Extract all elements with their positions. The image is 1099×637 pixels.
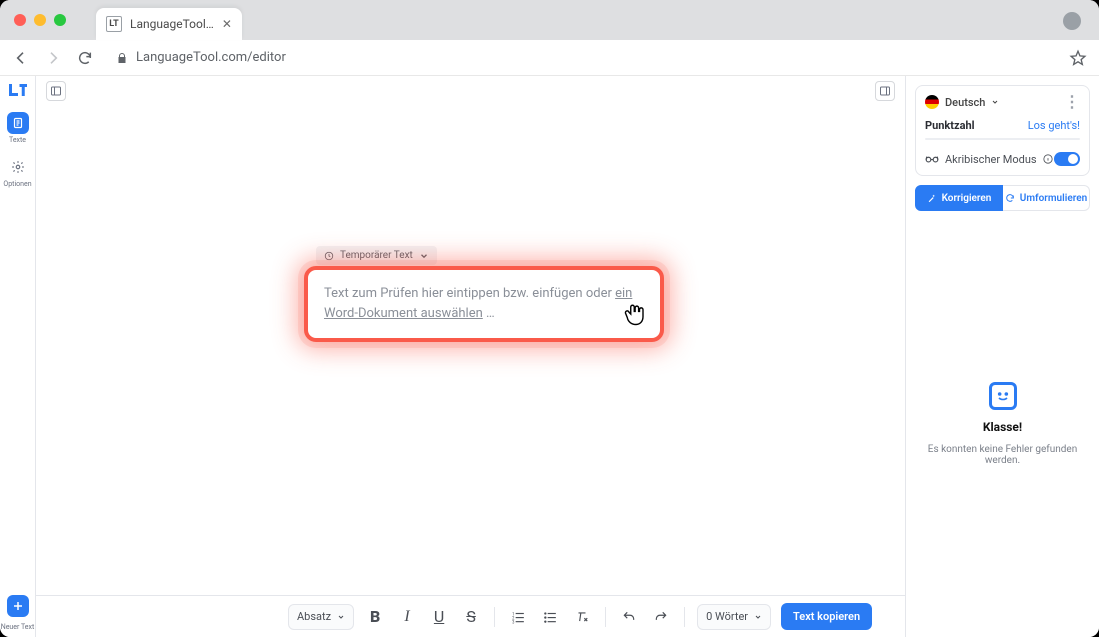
app-shell: Texte Optionen Neuer Text xyxy=(0,76,1099,637)
sidebar-item-label: Optionen xyxy=(3,180,31,188)
clear-formatting-button[interactable] xyxy=(571,606,593,628)
forward-icon xyxy=(44,49,62,67)
sidebar-item-texts[interactable] xyxy=(7,112,29,134)
redo-button[interactable] xyxy=(650,606,672,628)
editor-topbar xyxy=(36,76,905,106)
window-close-dot[interactable] xyxy=(14,14,26,26)
score-cta-link[interactable]: Los geht's! xyxy=(1028,119,1080,132)
back-icon[interactable] xyxy=(12,49,30,67)
button-label: Umformulieren xyxy=(1020,193,1087,204)
url-text: LanguageTool.com/editor xyxy=(136,50,286,65)
strikethrough-button[interactable]: S xyxy=(460,606,482,628)
bookmark-star-icon[interactable] xyxy=(1069,49,1087,67)
toolbar-divider xyxy=(494,607,495,627)
picky-mode-toggle[interactable] xyxy=(1054,152,1080,166)
toolbar-divider xyxy=(684,607,685,627)
svg-text:3: 3 xyxy=(512,619,515,624)
refresh-icon xyxy=(1005,193,1015,203)
window-zoom-dot[interactable] xyxy=(54,14,66,26)
italic-button[interactable]: I xyxy=(396,606,418,628)
chevron-down-icon xyxy=(754,613,762,621)
panel-action-row: Korrigieren Umformulieren xyxy=(915,185,1090,211)
word-count-select[interactable]: 0 Wörter xyxy=(697,604,771,630)
rephrase-button[interactable]: Umformulieren xyxy=(1003,185,1090,211)
chip-label: Temporärer Text xyxy=(340,250,413,261)
score-label: Punktzahl xyxy=(925,119,975,132)
bold-button[interactable]: B xyxy=(364,606,386,628)
select-value: Absatz xyxy=(297,610,331,623)
panel-settings-card: Deutsch ⋮ Punktzahl Los geht's! Akribisc… xyxy=(915,85,1090,176)
toolbar-divider xyxy=(605,607,606,627)
placeholder-suffix: … xyxy=(483,306,495,321)
lock-icon xyxy=(116,52,128,64)
empty-subtitle: Es konnten keine Fehler gefunden werden. xyxy=(926,444,1079,466)
empty-state: Klasse! Es konnten keine Fehler gefunden… xyxy=(906,211,1099,637)
browser-toolbar: LanguageTool.com/editor xyxy=(0,40,1099,76)
window-traffic-lights[interactable] xyxy=(14,14,66,26)
toggle-right-panel-icon[interactable] xyxy=(875,81,895,101)
numbered-list-button[interactable]: 123 xyxy=(507,606,529,628)
address-bar[interactable]: LanguageTool.com/editor xyxy=(116,50,286,65)
bulleted-list-button[interactable] xyxy=(539,606,561,628)
language-label: Deutsch xyxy=(945,96,985,109)
right-panel: Deutsch ⋮ Punktzahl Los geht's! Akribisc… xyxy=(905,76,1099,637)
empty-title: Klasse! xyxy=(983,420,1022,434)
app-logo-icon xyxy=(9,84,27,96)
picky-mode-row: Akribischer Modus xyxy=(925,152,1080,166)
language-selector[interactable]: Deutsch xyxy=(925,95,999,109)
chevron-down-icon xyxy=(991,98,999,106)
copy-text-button[interactable]: Text kopieren xyxy=(781,603,872,630)
score-bar xyxy=(925,138,1080,140)
chevron-down-icon xyxy=(337,613,345,621)
tab-close-icon[interactable]: ✕ xyxy=(222,17,232,31)
placeholder-text: Text zum Prüfen hier eintippen bzw. einf… xyxy=(324,286,615,301)
undo-button[interactable] xyxy=(618,606,640,628)
underline-button[interactable]: U xyxy=(428,606,450,628)
editor-column: Temporärer Text Text zum Prüfen hier ein… xyxy=(36,76,905,637)
glasses-icon xyxy=(925,154,939,164)
browser-tab-strip: LT LanguageTool… ✕ xyxy=(0,0,1099,40)
reload-icon[interactable] xyxy=(76,49,94,67)
new-text-label: Neuer Text xyxy=(0,623,35,631)
sidebar-item-options[interactable] xyxy=(7,156,29,178)
correct-button[interactable]: Korrigieren xyxy=(915,185,1003,211)
clock-icon xyxy=(324,251,334,261)
editor-placeholder-card[interactable]: Text zum Prüfen hier eintippen bzw. einf… xyxy=(304,266,664,342)
left-rail: Texte Optionen Neuer Text xyxy=(0,76,36,637)
sidebar-item-label: Texte xyxy=(9,136,26,144)
format-toolbar: Absatz B I U S 123 xyxy=(36,595,905,637)
word-count-value: 0 Wörter xyxy=(706,610,748,623)
flag-de-icon xyxy=(925,95,939,109)
score-row: Punktzahl Los geht's! xyxy=(925,119,1080,132)
tab-title: LanguageTool… xyxy=(130,17,214,31)
info-icon[interactable] xyxy=(1043,154,1053,164)
temporary-text-chip[interactable]: Temporärer Text xyxy=(316,246,437,265)
browser-window: LT LanguageTool… ✕ LanguageTool.com/edit… xyxy=(0,0,1099,637)
toggle-left-panel-icon[interactable] xyxy=(46,81,66,101)
profile-avatar-icon[interactable] xyxy=(1063,12,1081,30)
button-label: Korrigieren xyxy=(942,193,992,204)
editor-area[interactable]: Temporärer Text Text zum Prüfen hier ein… xyxy=(36,106,905,595)
magic-wand-icon xyxy=(927,193,937,203)
paragraph-style-select[interactable]: Absatz xyxy=(288,604,354,630)
browser-tab[interactable]: LT LanguageTool… ✕ xyxy=(96,8,242,40)
chevron-down-icon xyxy=(419,251,429,261)
new-text-button[interactable] xyxy=(7,595,29,617)
robot-happy-icon xyxy=(989,382,1017,410)
mode-label: Akribischer Modus xyxy=(945,153,1037,166)
window-minimize-dot[interactable] xyxy=(34,14,46,26)
favicon-icon: LT xyxy=(106,16,122,32)
